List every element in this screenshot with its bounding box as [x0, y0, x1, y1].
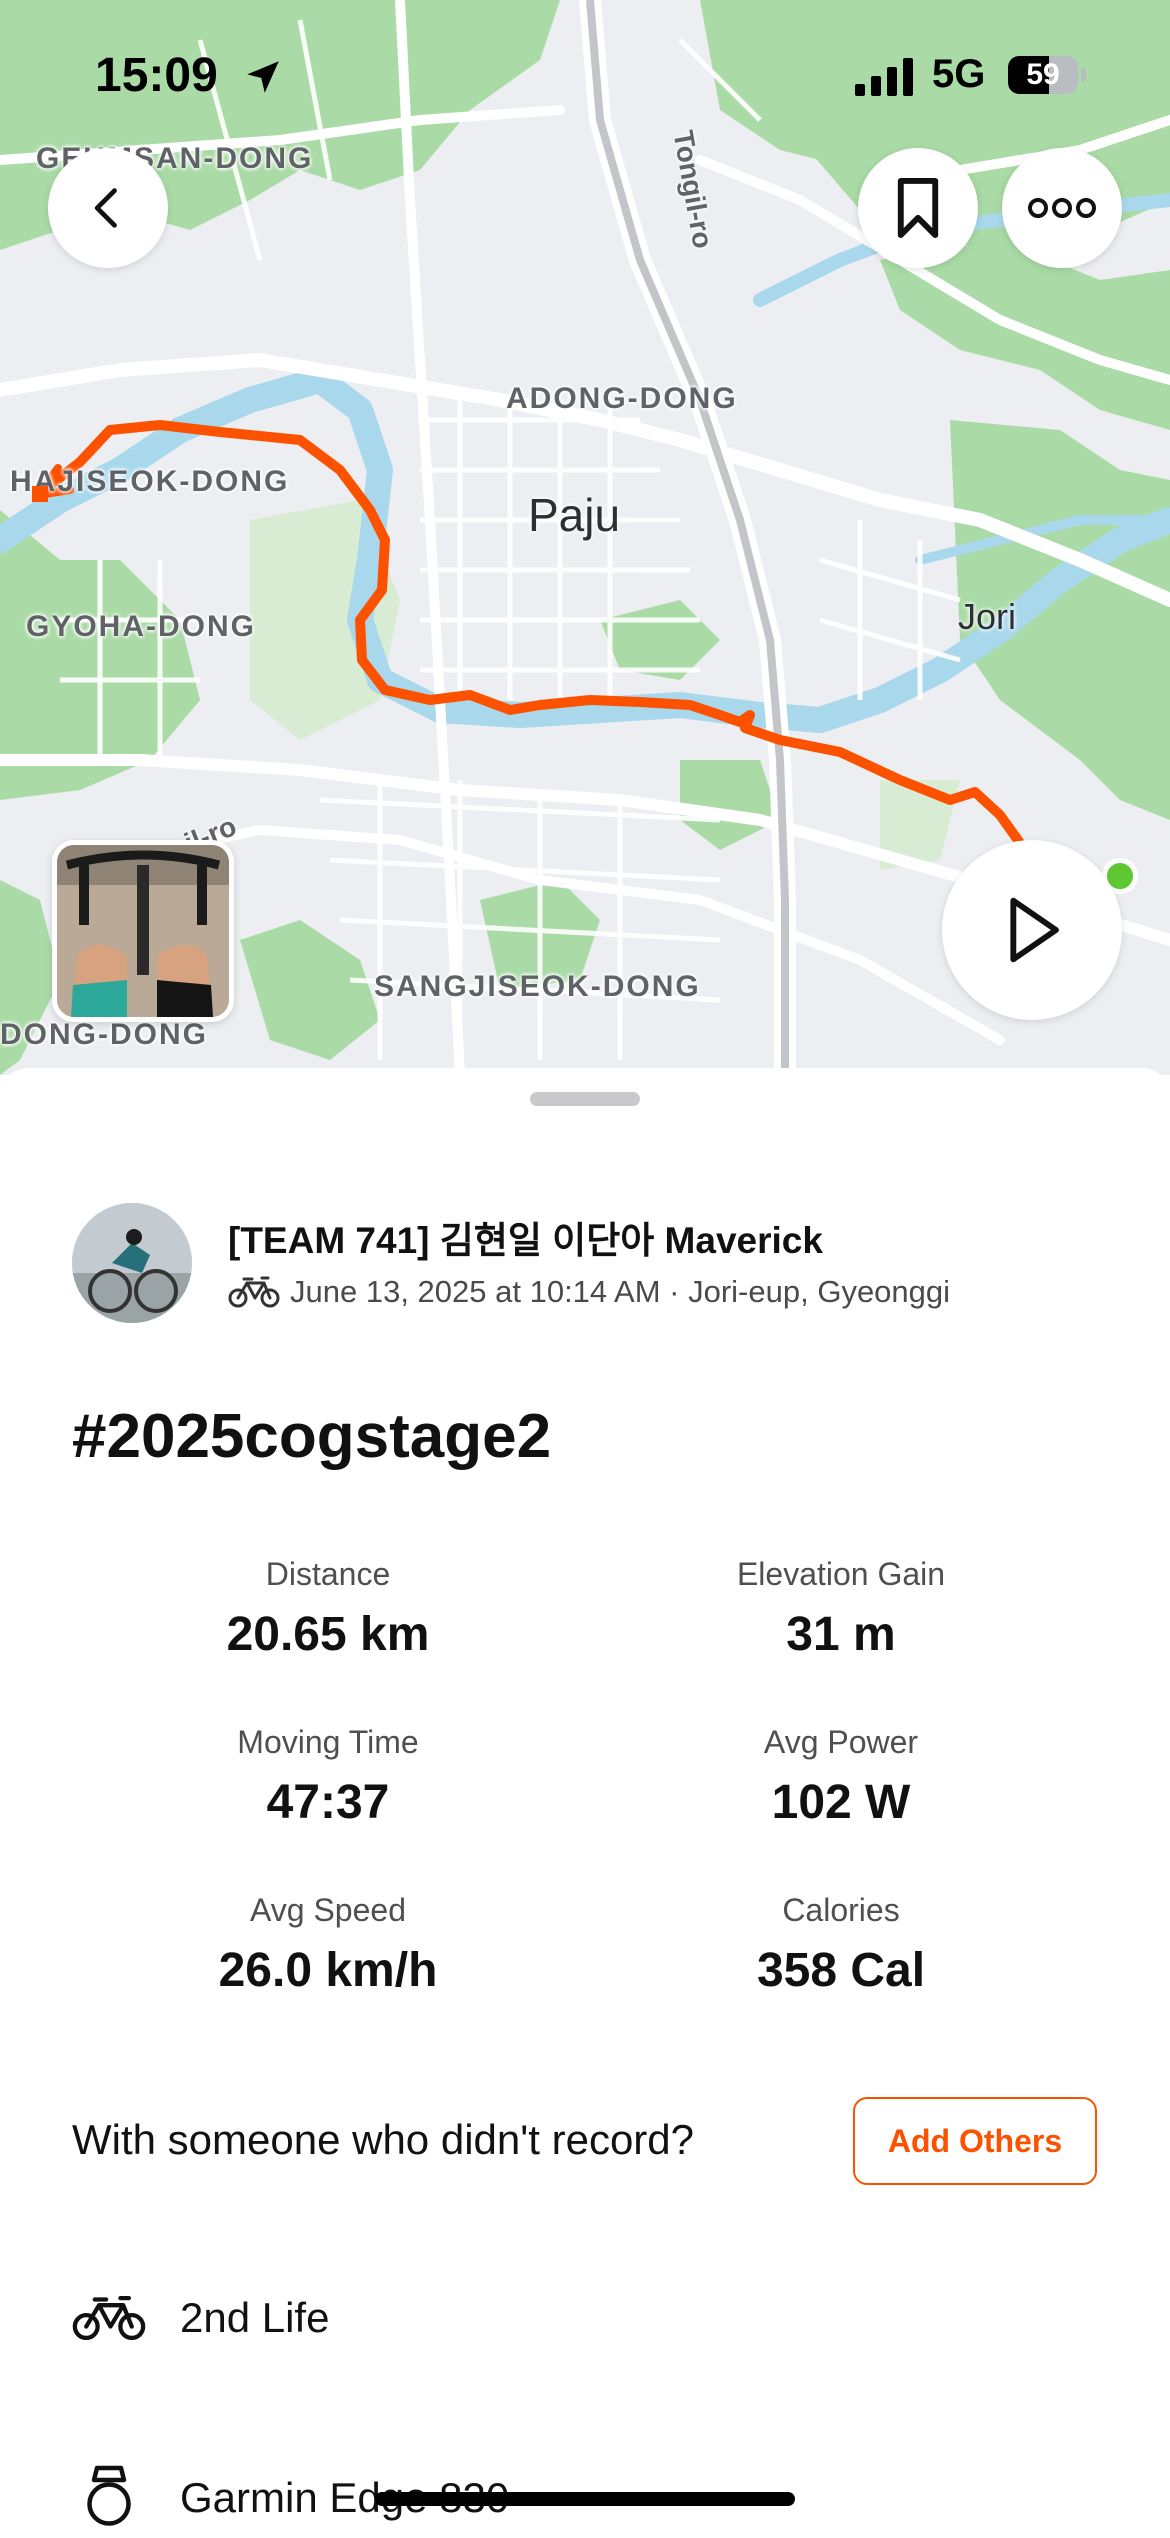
stat-value: 20.65 km [226, 1608, 430, 1661]
stat-value: 47:37 [266, 1776, 390, 1829]
stat-value: 102 W [771, 1776, 911, 1829]
stat-label: Avg Power [763, 1724, 919, 1760]
activity-title: #2025cogstage2 [72, 1402, 552, 1471]
stat-value: 358 Cal [756, 1944, 926, 1997]
map-label-adong-dong: ADONG-DONG [506, 382, 738, 415]
end-marker [32, 486, 48, 502]
map-label-dong-dong: DONG-DONG [0, 1018, 208, 1051]
battery-level: 59 [1026, 58, 1060, 91]
more-horizontal-icon [1028, 198, 1096, 218]
cellular-signal-icon [855, 58, 913, 96]
home-indicator[interactable] [375, 2492, 795, 2506]
map-label-jori: Jori [958, 596, 1017, 637]
status-time: 15:09 [95, 49, 218, 102]
stat-distance: Distance 20.65 km [118, 1556, 538, 1662]
bookmark-button[interactable] [858, 148, 978, 268]
stat-value: 26.0 km/h [218, 1944, 438, 1997]
athlete-name[interactable]: [TEAM 741] 김현일 이단아 Maverick [228, 1210, 823, 1264]
activity-meta: June 13, 2025 at 10:14 AM · Jori-eup, Gy… [228, 1272, 950, 1312]
bike-icon [228, 1276, 280, 1308]
stat-avg-power: Avg Power 102 W [631, 1724, 1051, 1830]
sheet-grabber[interactable] [530, 1092, 640, 1106]
network-type: 5G [932, 52, 986, 96]
watch-icon [87, 2465, 131, 2526]
stat-label: Elevation Gain [736, 1556, 946, 1592]
with-someone-prompt: With someone who didn't record? [72, 2116, 695, 2163]
avatar[interactable] [72, 1203, 192, 1323]
map-label-gyoha-dong: GYOHA-DONG [26, 610, 256, 643]
play-flyover-button[interactable] [942, 840, 1122, 1020]
map-label-paju: Paju [528, 489, 621, 541]
stat-label: Avg Speed [250, 1892, 406, 1928]
more-button[interactable] [1002, 148, 1122, 268]
avatar-image [72, 1203, 192, 1323]
stat-label: Moving Time [237, 1724, 419, 1760]
location-arrow-icon [247, 61, 279, 93]
photo-image [57, 845, 229, 1017]
stat-elevation-gain: Elevation Gain 31 m [631, 1556, 1051, 1662]
stat-value: 31 m [786, 1608, 896, 1661]
stat-avg-speed: Avg Speed 26.0 km/h [118, 1892, 538, 1998]
activity-photo-thumbnail[interactable] [52, 840, 234, 1022]
map-label-hajiseok-dong: HAJISEOK-DONG [10, 465, 290, 498]
play-icon [1010, 897, 1059, 963]
gear-bike-label: 2nd Life [180, 2294, 330, 2341]
status-bar: 15:09 5G 59 [0, 0, 1170, 140]
stat-label: Distance [265, 1556, 391, 1592]
stat-calories: Calories 358 Cal [631, 1892, 1051, 1998]
gear-bike-row[interactable]: 2nd Life [72, 2278, 329, 2358]
bike-icon [72, 2295, 146, 2341]
chevron-left-icon [94, 188, 117, 228]
back-button[interactable] [48, 148, 168, 268]
add-others-button[interactable]: Add Others [853, 2097, 1097, 2185]
stat-label: Calories [782, 1892, 900, 1928]
activity-detail-sheet: [TEAM 741] 김현일 이단아 Maverick June 13, 202… [0, 1068, 1170, 2532]
activity-date-location: June 13, 2025 at 10:14 AM · Jori-eup, Gy… [290, 1274, 951, 1309]
stat-moving-time: Moving Time 47:37 [118, 1724, 538, 1830]
bookmark-icon [897, 177, 939, 239]
map-label-sangjiseok-dong: SANGJISEOK-DONG [374, 970, 701, 1003]
battery-icon: 59 [1008, 56, 1086, 96]
